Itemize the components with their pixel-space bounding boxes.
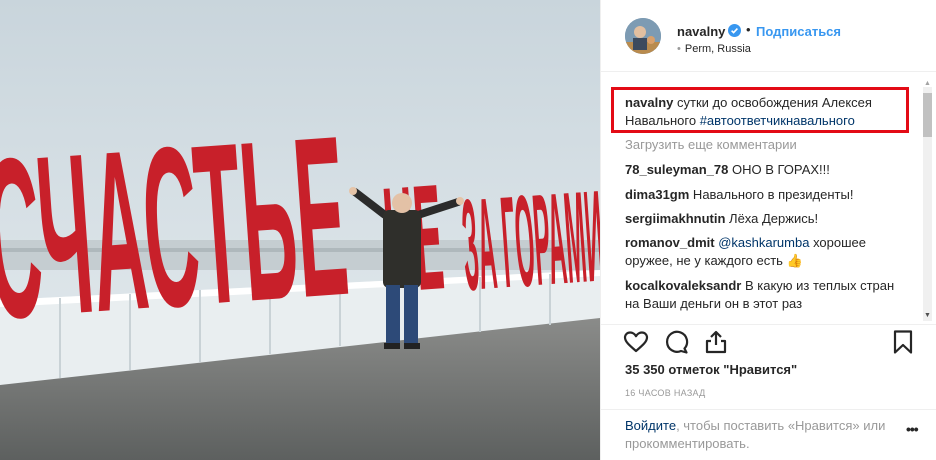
comment-text: Лёха Держись! [725, 211, 819, 226]
comment-username[interactable]: sergiimakhnutin [625, 211, 725, 226]
avatar[interactable] [625, 18, 661, 54]
comment-text: ОНО В ГОРАХ!!! [728, 162, 830, 177]
post-actions: 35 350 отметок "Нравится" 16 ЧАСОВ НАЗАД… [601, 324, 936, 460]
login-prompt: Войдите, чтобы поставить «Нравится» или … [625, 417, 895, 453]
post-photo[interactable]: СЧАСТЬЕ НЕ ЗА ГОРАМИ [0, 0, 600, 460]
caption-highlight-box [611, 87, 909, 133]
comment-username[interactable]: kocalkovaleksandr [625, 278, 741, 293]
more-icon[interactable]: ••• [906, 421, 919, 437]
likes-count[interactable]: 35 350 отметок "Нравится" [625, 362, 797, 377]
comment-item: sergiimakhnutin Лёха Держись! [625, 210, 895, 228]
location-dot: • [677, 43, 681, 55]
post-header: navalny • Подписаться • Perm, Russia [601, 0, 936, 72]
header-separator: • [746, 22, 751, 37]
login-link[interactable]: Войдите [625, 418, 676, 433]
comment-item: 78_suleyman_78 ОНО В ГОРАХ!!! [625, 161, 895, 179]
post-sidebar: navalny • Подписаться • Perm, Russia nava… [600, 0, 936, 460]
follow-button[interactable]: Подписаться [756, 24, 841, 39]
comments-scrollbar[interactable] [923, 87, 932, 321]
comment-text: Навального в президенты! [689, 187, 854, 202]
comment-icon[interactable] [663, 329, 689, 355]
comment-mention[interactable]: @kashkarumba [718, 235, 809, 250]
header-username[interactable]: navalny [677, 24, 725, 39]
svg-text:ЗА ГОРАМИ: ЗА ГОРАМИ [458, 163, 600, 318]
comment-username[interactable]: 78_suleyman_78 [625, 162, 728, 177]
scrollbar-thumb[interactable] [923, 93, 932, 137]
load-more-comments-button[interactable]: Загрузить еще комментарии [625, 137, 797, 152]
svg-text:СЧАСТЬЕ: СЧАСТЬЕ [0, 89, 355, 367]
divider [601, 409, 936, 410]
comment-item: dima31gm Навального в президенты! [625, 186, 895, 204]
comment-item: romanov_dmit @kashkarumba хорошее оружее… [625, 234, 895, 270]
bookmark-icon[interactable] [890, 329, 916, 355]
heart-icon[interactable] [623, 329, 649, 355]
comment-username[interactable]: dima31gm [625, 187, 689, 202]
location-label[interactable]: Perm, Russia [685, 43, 751, 55]
scroll-down-arrow[interactable]: ▼ [924, 312, 931, 319]
comment-item: kocalkovaleksandr В какую из теплых стра… [625, 277, 895, 313]
verified-icon [728, 24, 741, 37]
scroll-up-arrow[interactable]: ▲ [924, 80, 931, 87]
comments-list: navalny сутки до освобождения Алексея На… [601, 72, 936, 324]
share-icon[interactable] [703, 329, 729, 355]
comment-username[interactable]: romanov_dmit [625, 235, 715, 250]
location[interactable]: • Perm, Russia [677, 43, 751, 55]
post-timestamp[interactable]: 16 ЧАСОВ НАЗАД [625, 388, 706, 398]
photo-image: СЧАСТЬЕ НЕ ЗА ГОРАМИ [0, 0, 600, 460]
